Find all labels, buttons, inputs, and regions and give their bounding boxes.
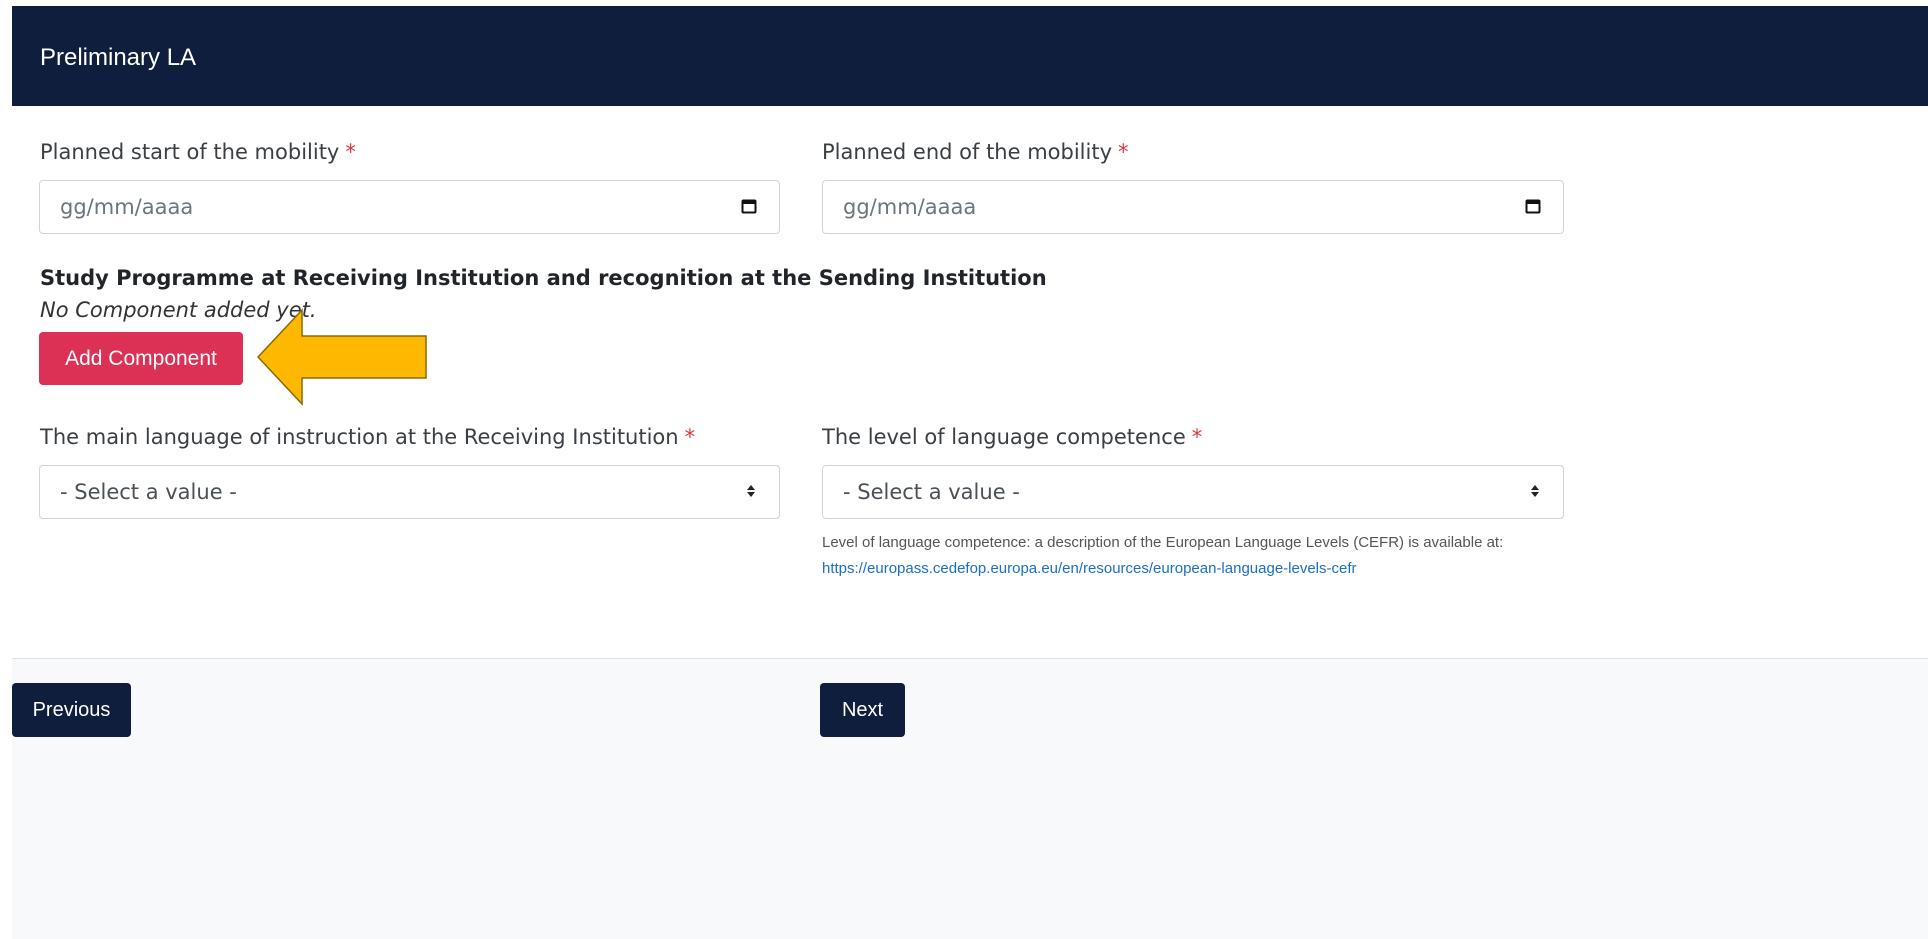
study-programme-heading: Study Programme at Receiving Institution… (40, 266, 1047, 290)
form-footer (12, 658, 1928, 939)
required-marker: * (1191, 425, 1203, 449)
language-select[interactable]: - Select a value - (39, 465, 780, 519)
required-marker: * (684, 425, 696, 449)
page-header: Preliminary LA (12, 6, 1928, 106)
end-date-input[interactable]: gg/mm/aaaa (822, 180, 1564, 234)
level-label: The level of language competence * (822, 425, 1203, 449)
required-marker: * (1118, 140, 1129, 164)
required-marker: * (345, 140, 356, 164)
language-select-value: - Select a value - (60, 480, 237, 504)
help-text: Level of language competence: a descript… (822, 534, 1504, 551)
sort-arrows-icon (1529, 480, 1541, 504)
page-title: Preliminary LA (40, 44, 197, 71)
level-select[interactable]: - Select a value - (822, 465, 1564, 519)
arrow-left-icon (256, 308, 427, 406)
end-date-label: Planned end of the mobility * (822, 140, 1129, 164)
calendar-icon[interactable] (741, 195, 757, 219)
sort-arrows-icon (745, 480, 757, 504)
previous-button[interactable]: Previous (12, 683, 131, 737)
language-level-help: Level of language competence: a descript… (822, 530, 1568, 582)
start-date-input[interactable]: gg/mm/aaaa (39, 180, 780, 234)
calendar-icon[interactable] (1525, 195, 1541, 219)
language-label: The main language of instruction at the … (40, 425, 696, 449)
start-date-label: Planned start of the mobility * (40, 140, 356, 164)
add-component-button[interactable]: Add Component (39, 332, 243, 385)
level-select-value: - Select a value - (843, 480, 1020, 504)
next-button[interactable]: Next (820, 683, 905, 737)
start-date-placeholder: gg/mm/aaaa (60, 195, 194, 219)
cefr-link[interactable]: https://europass.cedefop.europa.eu/en/re… (822, 560, 1357, 577)
end-date-placeholder: gg/mm/aaaa (843, 195, 977, 219)
